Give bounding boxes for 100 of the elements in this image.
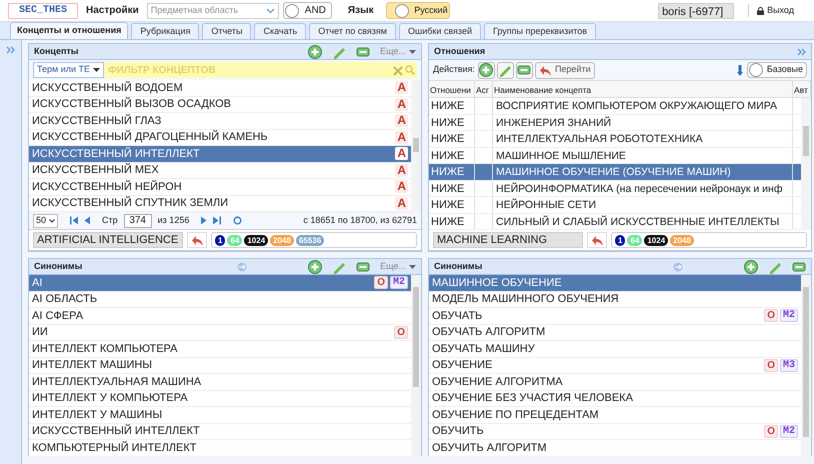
table-row[interactable]: НИЖЕ НЕЙРОИНФОРМАТИКА (на пересечении нейронаук и инф [429,180,801,197]
list-item[interactable]: ОБУЧИТЬ АЛГОРИТМ [429,440,801,456]
table-row[interactable]: НИЖЕ ИНЖЕНЕРИЯ ЗНАНИЙ [429,114,801,131]
scrollbar[interactable] [411,80,421,212]
column-header[interactable]: Авт [793,81,811,97]
last-page-icon[interactable] [213,216,222,225]
sort-icon[interactable] [736,64,743,76]
list-item[interactable]: КОМПЬЮТЕРНЫЙ ИНТЕЛЛЕКТ [29,440,411,456]
table-row[interactable]: НИЖЕ СИЛЬНЫЙ И СЛАБЫЙ ИСКУССТВЕННЫЕ ИНТЕЛЛЕКТЫ [429,214,801,230]
list-item[interactable]: ИСКУССТВЕННЫЙ ВЫЗОВ ОСАДКОВ A [29,96,411,113]
list-item[interactable]: ИСКУССТВЕННЫЙ ИНТЕЛЛЕКТ A [29,146,411,162]
expand-icon[interactable] [797,48,806,56]
refresh-icon[interactable] [233,216,242,225]
status-badge: O [374,276,388,290]
list-item[interactable]: ИНТЕЛЛЕКТ КОМПЬЮТЕРА [29,341,411,358]
list-item[interactable]: ИНТЕЛЛЕКТУАЛЬНАЯ МАШИНА [29,374,411,390]
column-header[interactable]: Наименование концепта [493,81,793,97]
lock-icon [757,6,764,14]
list-item[interactable]: AI O M2 [29,275,411,292]
chevron-down-icon[interactable] [266,8,275,14]
table-row[interactable]: НИЖЕ МАШИННОЕ МЫШЛЕНИЕ [429,148,801,164]
list-item[interactable]: ОБУЧЕНИЕ O M3 [429,358,801,374]
table-cell: НИЖЕ [429,180,475,196]
list-item[interactable]: ОБУЧАТЬ O M2 [429,308,801,324]
tab[interactable]: Концепты и отношения [10,22,128,39]
toggle-switch[interactable]: Базовые [746,62,807,78]
list-item[interactable]: ИНТЕЛЛЕКТ У КОМПЬЮТЕРА [29,390,411,407]
remove-icon[interactable] [792,260,806,274]
list-item[interactable]: ОБУЧИТЬ O M2 [429,424,801,440]
list-item[interactable]: ИСКУССТВЕННЫЙ МЕХ A [29,162,411,179]
next-page-icon[interactable] [201,216,208,225]
add-icon[interactable] [308,260,322,274]
list-item[interactable]: ИСКУССТВЕННЫЙ НЕЙРОН A [29,179,411,196]
list-item[interactable]: МОДЕЛЬ МАШИННОГО ОБУЧЕНИЯ [429,292,801,308]
remove-icon [517,63,532,77]
list-item[interactable]: AI СФЕРА [29,308,411,324]
list-item[interactable]: ИСКУССТВЕННЫЙ ГЛАЗ A [29,113,411,130]
table-cell: НИЖЕ [429,114,475,130]
table-cell: НИЖЕ [429,98,475,114]
tab[interactable]: Группы пререквизитов [484,23,596,39]
logout-button[interactable]: Выход [748,4,794,18]
list-item[interactable]: ИСКУССТВЕННЫЙ ВОДОЕМ A [29,80,411,96]
caret-icon [93,68,100,72]
add-button[interactable] [478,62,495,78]
list-item[interactable]: ИСКУССТВЕННЫЙ СПУТНИК ЗЕМЛИ A [29,196,411,212]
list-item[interactable]: ОБУЧЕНИЕ ПО ПРЕЦЕДЕНТАМ [429,407,801,424]
page-number-field[interactable]: 374 [124,214,152,228]
curved-arrow-icon [538,64,552,76]
column-header[interactable]: Отношени [429,81,475,97]
subject-area-dropdown[interactable]: Предметная область [146,2,279,18]
list-item[interactable]: ОБУЧЕНИЕ АЛГОРИТМА [429,374,801,390]
first-page-icon[interactable] [70,216,78,225]
table-row[interactable]: НИЖЕ МАШИННОЕ ОБУЧЕНИЕ (ОБУЧЕНИЕ МАШИН) [429,164,801,180]
level-badge: M2 [780,309,798,322]
list-item[interactable]: ОБУЧАТЬ АЛГОРИТМ [429,324,801,341]
list-item[interactable]: ОБУЧАТЬ МАШИНУ [429,341,801,358]
level-badge: M2 [780,424,798,438]
back-button[interactable] [187,232,207,248]
scrollbar[interactable] [801,98,811,230]
toggle-switch[interactable]: AND [282,2,332,19]
list-item[interactable]: ИНТЕЛЛЕКТ МАШИНЫ [29,358,411,374]
page-size-dropdown[interactable]: 50 [33,214,58,228]
list-item[interactable]: ОБУЧЕНИЕ БЕЗ УЧАСТИЯ ЧЕЛОВЕКА [429,390,801,407]
list-item[interactable]: ИИ O [29,324,411,341]
expand-icon[interactable] [6,46,15,54]
list-item[interactable]: ИСКУССТВЕННЫЙ ИНТЕЛЛЕКТ [29,424,411,440]
goto-button[interactable]: Перейти [534,62,595,78]
back-button[interactable] [587,232,607,248]
table-cell: НИЖЕ [429,164,475,180]
filter-mode-dropdown[interactable]: Терм или ТЕ [33,62,104,78]
list-item[interactable]: AI ОБЛАСТЬ [29,292,411,308]
previous-page-icon[interactable] [84,216,90,225]
list-item[interactable]: ИСКУССТВЕННЫЙ ДРАГОЦЕННЫЙ КАМЕНЬ A [29,130,411,146]
tab[interactable]: Скачать [254,23,306,39]
list-item[interactable]: ИНТЕЛЛЕКТ У МАШИНЫ [29,407,411,424]
remove-icon[interactable] [356,260,370,274]
table-row[interactable]: НИЖЕ ИНТЕЛЛЕКТУАЛЬНАЯ РОБОТОТЕХНИКА [429,131,801,148]
remove-icon[interactable] [356,44,370,58]
remove-button[interactable] [516,62,533,78]
table-row[interactable]: НИЖЕ ВОСПРИЯТИЕ КОМПЬЮТЕРОМ ОКРУЖАЮЩЕГО МИРА [429,98,801,114]
table-cell: НЕЙРОИНФОРМАТИКА (на пересечении нейронаук и инф [493,180,793,196]
list-item[interactable]: МАШИННОЕ ОБУЧЕНИЕ [429,275,801,292]
tab[interactable]: Отчет по связям [309,23,396,39]
tab[interactable]: Ошибки связей [399,23,481,39]
column-header[interactable]: Асг [475,81,493,97]
tab[interactable]: Рубрикация [131,23,200,39]
filter-field[interactable]: ФИЛЬТР КОНЦЕПТОВ [104,62,393,78]
add-icon[interactable] [744,260,758,274]
scrollbar[interactable] [801,275,811,457]
app-logo: SEC_THES [8,2,78,18]
add-icon [479,63,494,77]
tag: 65536 [296,234,324,246]
scrollbar[interactable] [411,275,421,457]
add-icon[interactable] [308,44,322,58]
tab[interactable]: Отчеты [202,23,252,39]
table-row[interactable]: НИЖЕ НЕЙРОННЫЕ СЕТИ [429,197,801,214]
panel-title: Синонимы [34,260,82,273]
table-cell: НЕЙРОННЫЕ СЕТИ [493,197,793,212]
toggle-switch[interactable]: Русский [386,2,450,19]
edit-button[interactable] [496,62,514,78]
